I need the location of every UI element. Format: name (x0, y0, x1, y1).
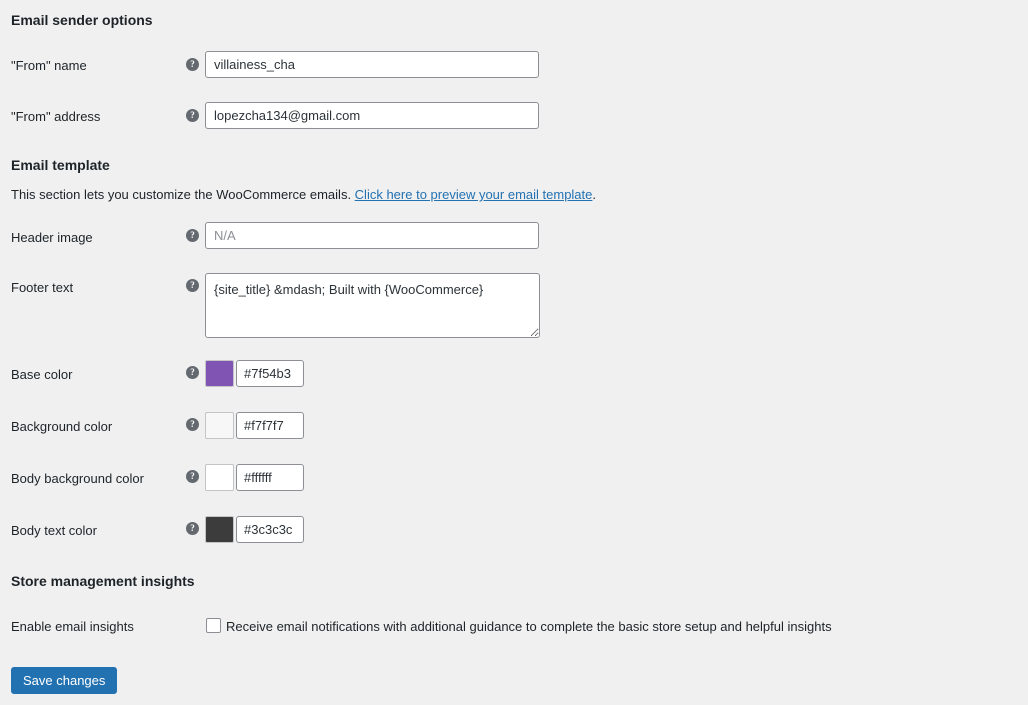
section-heading-store-management-insights: Store management insights (11, 573, 195, 589)
enable-email-insights-checkbox[interactable] (206, 618, 221, 633)
save-changes-button[interactable]: Save changes (11, 667, 118, 694)
label-header-image: Header image (11, 230, 93, 245)
label-footer-text: Footer text (11, 280, 74, 295)
enable-email-insights-checkbox-label[interactable]: Receive email notifications with additio… (226, 618, 832, 636)
label-body-text-color: Body text color (11, 523, 97, 538)
header-image-input[interactable] (205, 222, 539, 249)
base-color-swatch[interactable] (205, 360, 234, 387)
label-enable-email-insights: Enable email insights (11, 619, 134, 634)
help-icon-body-text-color[interactable]: ? (186, 522, 199, 535)
help-icon-from-address[interactable]: ? (186, 109, 199, 122)
help-icon-from-name[interactable]: ? (186, 58, 199, 71)
label-body-background-color: Body background color (11, 471, 144, 486)
preview-email-template-link[interactable]: Click here to preview your email templat… (355, 187, 593, 202)
help-icon-header-image[interactable]: ? (186, 229, 199, 242)
background-color-swatch[interactable] (205, 412, 234, 439)
section-heading-email-sender-options: Email sender options (11, 12, 153, 28)
help-icon-base-color[interactable]: ? (186, 366, 199, 379)
body-text-color-swatch[interactable] (205, 516, 234, 543)
body-background-color-swatch[interactable] (205, 464, 234, 491)
footer-text-field-wrap: {site_title} &mdash; Built with {WooComm… (205, 273, 540, 338)
description-suffix: . (592, 187, 597, 202)
label-from-name: "From" name (11, 58, 87, 73)
label-base-color: Base color (11, 367, 73, 382)
label-from-address: "From" address (11, 109, 101, 124)
help-icon-body-background-color[interactable]: ? (186, 470, 199, 483)
email-template-description: This section lets you customize the WooC… (11, 185, 596, 205)
help-icon-background-color[interactable]: ? (186, 418, 199, 431)
from-name-input[interactable] (205, 51, 539, 78)
description-text: This section lets you customize the WooC… (11, 187, 355, 202)
label-background-color: Background color (11, 419, 113, 434)
section-heading-email-template: Email template (11, 157, 110, 173)
base-color-hex-input[interactable] (236, 360, 304, 387)
help-icon-footer-text[interactable]: ? (186, 279, 199, 292)
settings-page: Email sender options "From" name ? "From… (0, 0, 1028, 705)
footer-text-textarea[interactable]: {site_title} &mdash; Built with {WooComm… (205, 273, 540, 338)
background-color-hex-input[interactable] (236, 412, 304, 439)
from-address-input[interactable] (205, 102, 539, 129)
body-background-color-hex-input[interactable] (236, 464, 304, 491)
body-text-color-hex-input[interactable] (236, 516, 304, 543)
